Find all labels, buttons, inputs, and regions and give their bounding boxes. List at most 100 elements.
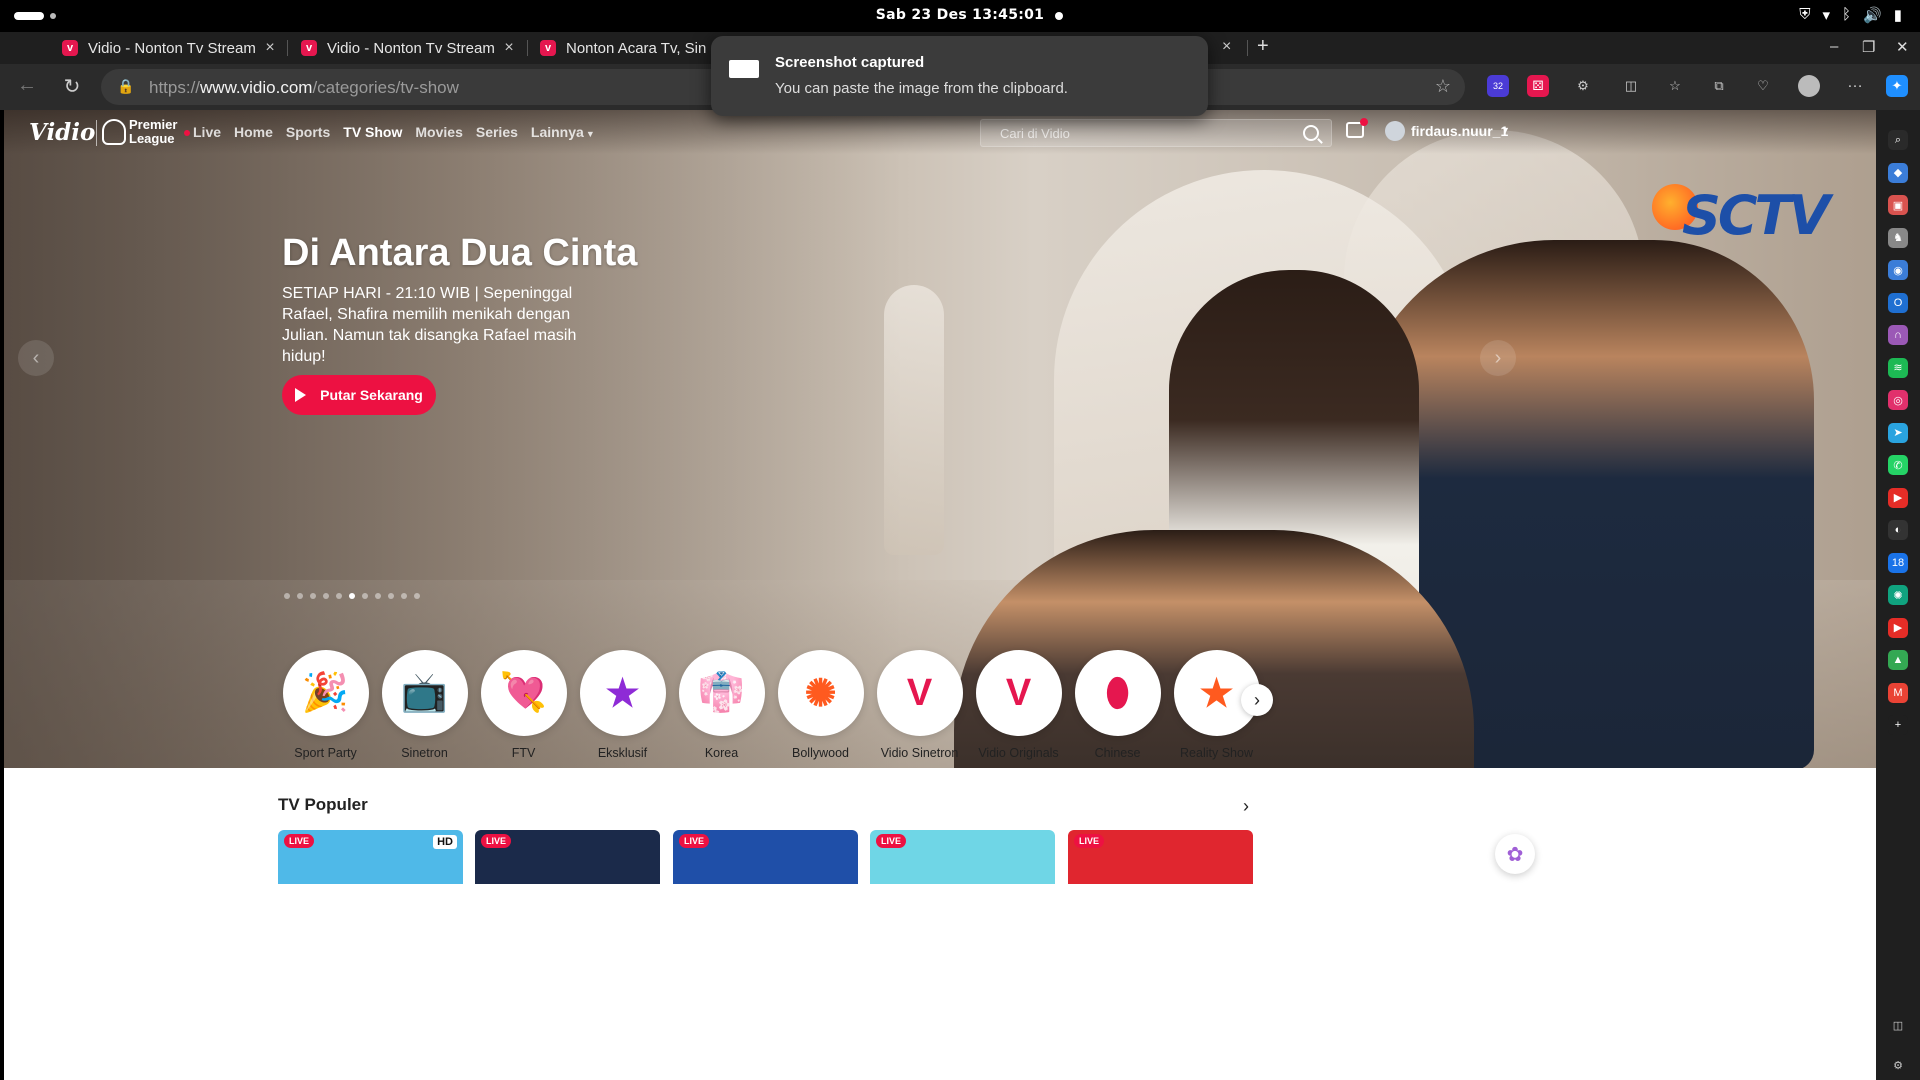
avatar[interactable] xyxy=(1385,121,1405,141)
sidebar-toggle-icon[interactable]: ◫ xyxy=(1888,1015,1908,1035)
bluetooth-icon[interactable]: ᛒ xyxy=(1842,6,1851,24)
performance-heart-icon[interactable]: ♡ xyxy=(1752,75,1774,97)
calendar-icon[interactable]: 18 xyxy=(1888,552,1908,573)
battery-icon[interactable]: ▮ xyxy=(1894,6,1902,24)
system-clock[interactable]: Sab 23 Des 13:45:01 xyxy=(0,7,1920,23)
carousel-dot[interactable] xyxy=(401,593,407,599)
carousel-dot[interactable] xyxy=(375,593,381,599)
carousel-dot[interactable] xyxy=(310,593,316,599)
browser-menu-button[interactable]: … xyxy=(1842,74,1868,92)
category-item[interactable]: 📺 Sinetron xyxy=(375,650,474,760)
assistant-bubble-icon[interactable]: ✿ xyxy=(1495,834,1535,874)
wifi-icon[interactable]: ▾ xyxy=(1823,6,1831,24)
spotify-icon[interactable]: ≋ xyxy=(1888,357,1908,378)
split-screen-icon[interactable]: ◫ xyxy=(1620,75,1642,97)
carousel-dots[interactable] xyxy=(284,593,420,599)
tv-channel-card[interactable]: LIVE HD xyxy=(278,830,463,884)
premier-league-logo[interactable]: Premier League xyxy=(129,118,177,146)
telegram-icon[interactable]: ➤ xyxy=(1888,422,1908,443)
shield-icon[interactable]: ⛨ xyxy=(1799,6,1810,24)
carousel-dot[interactable] xyxy=(284,593,290,599)
search-icon[interactable]: ⌕ xyxy=(1888,130,1908,150)
tab-close-icon[interactable]: × xyxy=(499,39,519,57)
github-icon[interactable]: ◐ xyxy=(1888,520,1908,540)
nav-home[interactable]: Home xyxy=(234,124,273,140)
instagram-icon[interactable]: ◎ xyxy=(1888,390,1908,410)
carousel-dot[interactable] xyxy=(362,593,368,599)
username[interactable]: firdaus.nuur_1 xyxy=(1411,123,1508,139)
carousel-dot[interactable] xyxy=(349,593,355,599)
tab-vidio-1[interactable]: v Vidio - Nonton Tv Stream × xyxy=(62,32,280,64)
extensions-puzzle-icon[interactable]: ⚙ xyxy=(1572,75,1594,97)
category-item[interactable]: 👘 Korea xyxy=(672,650,771,760)
nav-more[interactable]: Lainnya ▼ xyxy=(531,124,595,140)
tv-channel-card[interactable]: LIVE xyxy=(475,830,660,884)
outlook-icon[interactable]: O xyxy=(1888,292,1908,313)
settings-gear-icon[interactable]: ⚙ xyxy=(1888,1055,1908,1075)
chatgpt-icon[interactable]: ✺ xyxy=(1888,585,1908,605)
extension-badge-icon[interactable]: 32 xyxy=(1487,75,1509,97)
close-window-button[interactable]: ✕ xyxy=(1896,38,1909,56)
chevron-down-icon[interactable]: ▼ xyxy=(1501,125,1510,135)
category-item[interactable]: 🎉 Sport Party xyxy=(276,650,375,760)
hero-next-arrow[interactable]: › xyxy=(1480,340,1516,376)
extension-dice-icon[interactable]: ⚄ xyxy=(1527,75,1549,97)
profile-avatar-icon[interactable] xyxy=(1798,75,1820,97)
url-text[interactable]: https://www.vidio.com/categories/tv-show xyxy=(149,78,459,98)
gmail-icon[interactable]: M xyxy=(1888,682,1908,703)
section-next-arrow[interactable]: › xyxy=(1243,796,1249,817)
category-item[interactable]: 💘 FTV xyxy=(474,650,573,760)
tv-channel-card[interactable]: LIVE xyxy=(870,830,1055,884)
lock-icon[interactable]: 🔒 xyxy=(117,78,134,95)
category-item[interactable]: V Vidio Sinetron xyxy=(870,650,969,760)
copilot-icon[interactable]: ◉ xyxy=(1888,260,1908,280)
back-button[interactable]: ← xyxy=(14,74,40,97)
chess-icon[interactable]: ♞ xyxy=(1888,227,1908,248)
whatsapp-icon[interactable]: ✆ xyxy=(1888,455,1908,475)
carousel-dot[interactable] xyxy=(297,593,303,599)
maximize-button[interactable]: ❐ xyxy=(1862,38,1875,56)
vidio-logo[interactable]: Vidio xyxy=(29,119,95,146)
category-item[interactable]: V Vidio Originals xyxy=(969,650,1068,760)
nav-series[interactable]: Series xyxy=(476,124,518,140)
magnet-icon[interactable]: ∩ xyxy=(1888,325,1908,345)
reload-button[interactable]: ↻ xyxy=(59,74,85,99)
hero-prev-arrow[interactable]: ‹ xyxy=(18,340,54,376)
collections-icon[interactable]: ⧉ xyxy=(1708,75,1730,97)
youtube-icon[interactable]: ▶ xyxy=(1888,487,1908,508)
favorites-icon[interactable]: ☆ xyxy=(1664,75,1686,97)
category-next-arrow[interactable]: › xyxy=(1241,684,1273,716)
nav-movies[interactable]: Movies xyxy=(415,124,462,140)
play-now-button[interactable]: Putar Sekarang xyxy=(282,375,436,415)
toolbox-icon[interactable]: ▣ xyxy=(1888,195,1908,215)
volume-icon[interactable]: 🔊 xyxy=(1863,6,1882,24)
minimize-button[interactable]: – xyxy=(1830,38,1838,55)
search-icon[interactable] xyxy=(1303,125,1319,141)
carousel-dot[interactable] xyxy=(323,593,329,599)
tv-channel-card[interactable]: LIVE xyxy=(1068,830,1253,884)
google-drive-icon[interactable]: ▲ xyxy=(1888,650,1908,670)
bookmark-star-icon[interactable]: ☆ xyxy=(1435,76,1451,97)
youtube-music-icon[interactable]: ▶ xyxy=(1888,617,1908,638)
category-item[interactable]: ★ Eksklusif xyxy=(573,650,672,760)
carousel-dot[interactable] xyxy=(414,593,420,599)
search-input[interactable]: Cari di Vidio xyxy=(980,119,1332,147)
tab-close-icon[interactable]: × xyxy=(1222,38,1231,56)
copilot-icon[interactable]: ✦ xyxy=(1886,75,1908,97)
new-tab-button[interactable]: + xyxy=(1257,35,1269,58)
system-tray[interactable]: ⛨ ▾ ᛒ 🔊 ▮ xyxy=(1799,6,1902,24)
nav-sports[interactable]: Sports xyxy=(286,124,330,140)
carousel-dot[interactable] xyxy=(336,593,342,599)
tag-icon[interactable]: ◆ xyxy=(1888,162,1908,183)
tab-vidio-2[interactable]: v Vidio - Nonton Tv Stream × xyxy=(301,32,519,64)
tv-channel-card[interactable]: LIVE xyxy=(673,830,858,884)
nav-live[interactable]: Live xyxy=(184,124,221,140)
tab-close-icon[interactable]: × xyxy=(260,39,280,57)
nav-tv-show[interactable]: TV Show xyxy=(343,124,402,140)
category-item[interactable]: ✺ Bollywood xyxy=(771,650,870,760)
carousel-dot[interactable] xyxy=(388,593,394,599)
add-icon[interactable]: + xyxy=(1888,715,1908,735)
tab-vidio-active[interactable]: v Nonton Acara Tv, Sin xyxy=(540,32,738,64)
screenshot-toast[interactable]: Screenshot captured You can paste the im… xyxy=(711,36,1208,116)
category-item[interactable]: ⬮ Chinese xyxy=(1068,650,1167,760)
